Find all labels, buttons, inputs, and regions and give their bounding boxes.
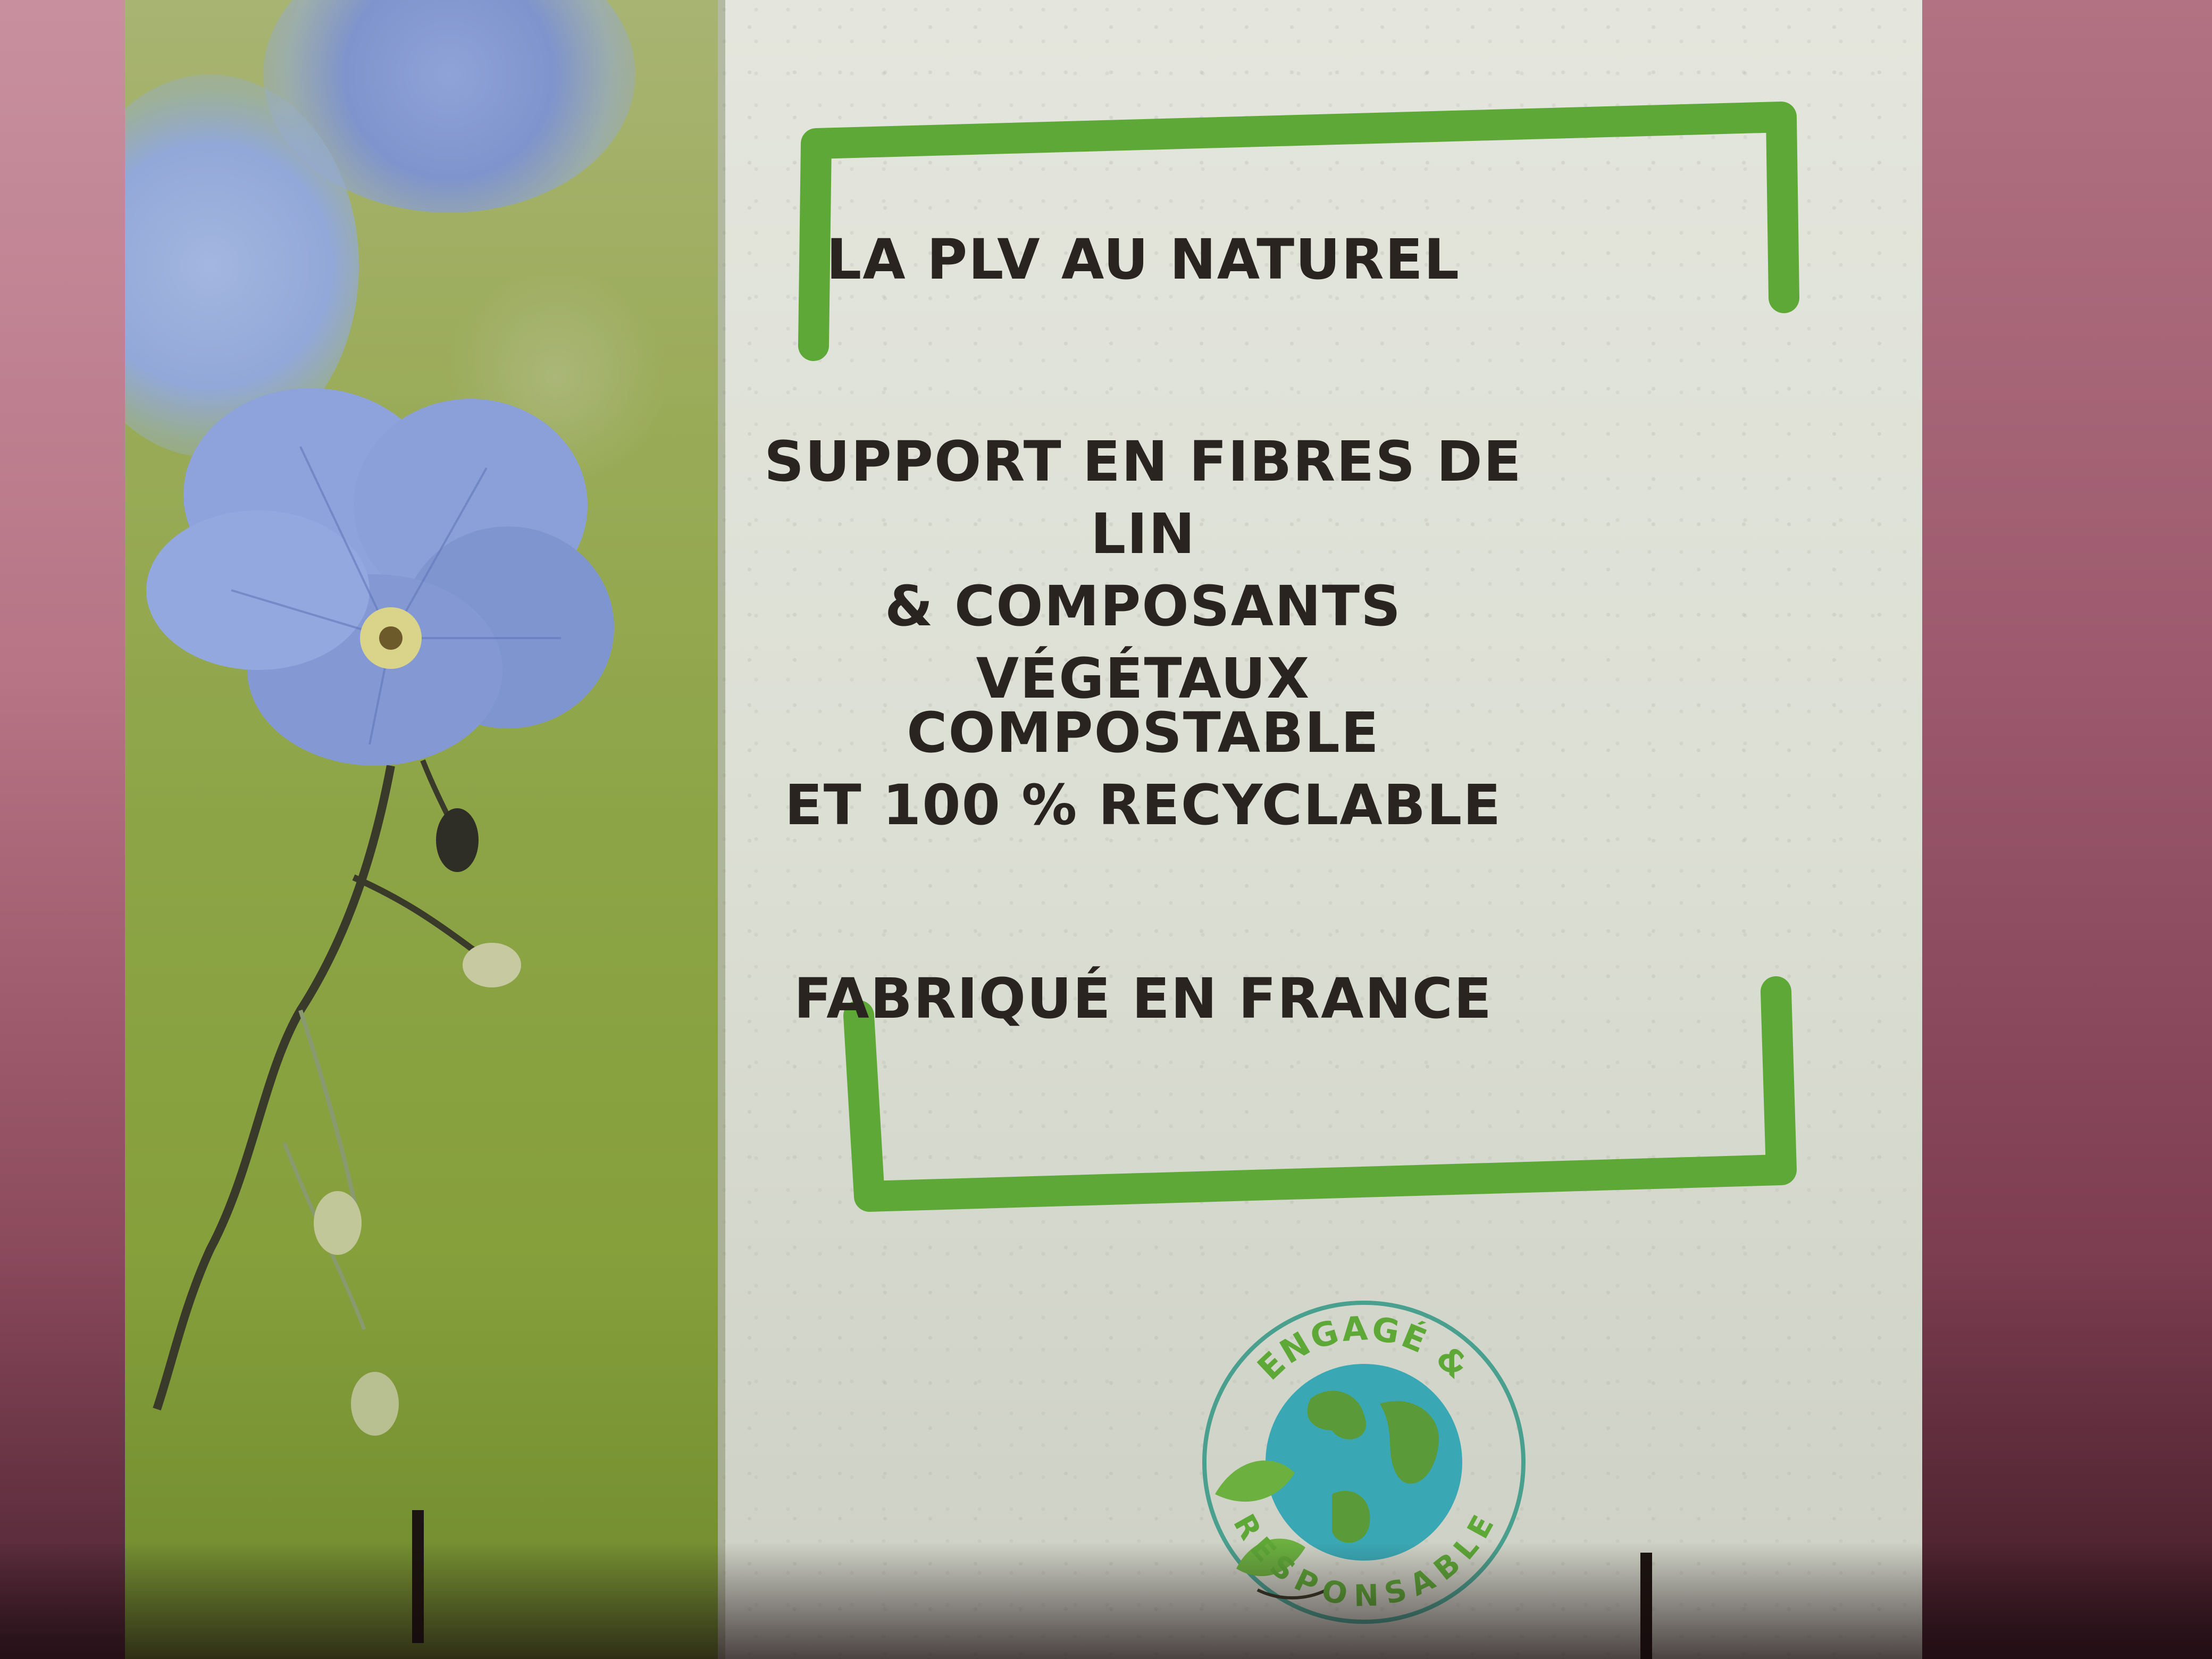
heading-text: LA PLV AU NATUREL bbox=[826, 227, 1460, 292]
wall-right bbox=[1920, 0, 2212, 1659]
support-line-2: & COMPOSANTS VÉGÉTAUX bbox=[884, 574, 1402, 711]
heading-block: LA PLV AU NATUREL bbox=[718, 223, 1569, 296]
compost-block: COMPOSTABLE ET 100 % RECYCLABLE bbox=[718, 697, 1569, 841]
origin-text: FABRIQUÉ EN FRANCE bbox=[793, 966, 1493, 1031]
compost-line-1: COMPOSTABLE bbox=[907, 700, 1380, 765]
support-line-1: SUPPORT EN FIBRES DE LIN bbox=[764, 429, 1522, 566]
compost-line-2: ET 100 % RECYCLABLE bbox=[784, 773, 1502, 837]
display-board: LA PLV AU NATUREL SUPPORT EN FIBRES DE L… bbox=[125, 0, 1922, 1659]
origin-block: FABRIQUÉ EN FRANCE bbox=[718, 962, 1569, 1035]
wall-left bbox=[0, 0, 128, 1659]
bottom-shadow bbox=[0, 1542, 2212, 1659]
support-block: SUPPORT EN FIBRES DE LIN & COMPOSANTS VÉ… bbox=[718, 425, 1569, 715]
